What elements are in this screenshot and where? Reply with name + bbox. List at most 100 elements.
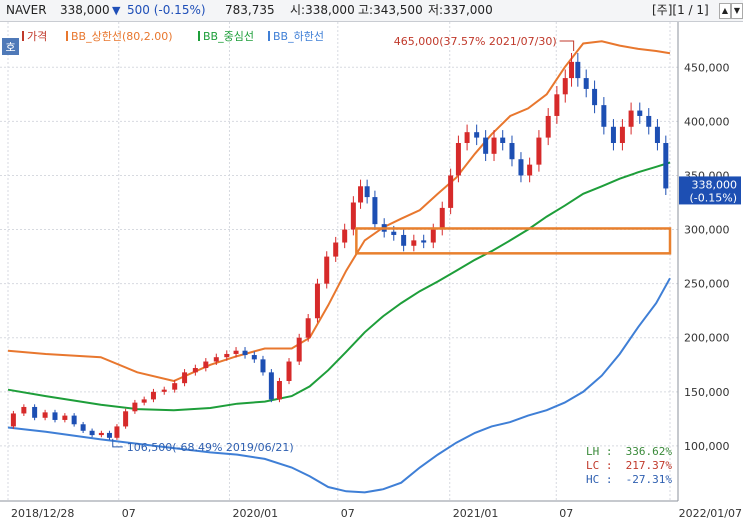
candle-body — [500, 137, 506, 143]
candle-body — [518, 159, 524, 176]
x-tick-label: 2022/01/07 — [679, 507, 742, 520]
y-tick-label: 100,000 — [684, 440, 730, 453]
candle-body — [98, 432, 104, 436]
candle-body — [592, 88, 598, 106]
y-tick-label: 400,000 — [684, 115, 730, 128]
x-tick-label: 2018/12/28 — [11, 507, 74, 520]
candle-body — [439, 207, 445, 230]
x-tick-label: 07 — [341, 507, 355, 520]
candle-body — [161, 389, 167, 392]
candle-body — [251, 355, 257, 360]
candle-body — [401, 234, 407, 246]
stat-value: 217.37% — [626, 459, 673, 472]
candle-body — [483, 137, 489, 154]
candle-body — [286, 361, 292, 381]
candle-body — [391, 231, 397, 235]
candle-body — [89, 430, 95, 436]
candle-body — [654, 126, 660, 143]
stat-label: HC : — [586, 473, 613, 486]
candle-body — [21, 406, 27, 414]
legend-label: BB_중심선 — [203, 30, 254, 43]
candle-body — [114, 426, 120, 438]
candle-body — [314, 283, 320, 319]
candle-body — [601, 105, 607, 127]
candle-body — [575, 61, 581, 79]
candle-body — [430, 229, 436, 243]
y-tick-label: 200,000 — [684, 332, 730, 345]
candle-body — [192, 368, 198, 373]
candle-body — [233, 350, 239, 354]
legend-swatch — [66, 31, 68, 41]
candle-body — [276, 381, 282, 400]
candle-body — [123, 411, 129, 427]
candle-body — [545, 115, 551, 138]
candle-body — [260, 359, 266, 373]
candle-body — [80, 424, 86, 431]
y-tick-label: 150,000 — [684, 386, 730, 399]
candle-body — [464, 132, 470, 143]
candle-body — [411, 240, 417, 246]
candle-body — [536, 137, 542, 165]
candle-body — [71, 415, 77, 425]
candle-body — [491, 137, 497, 154]
x-tick-label: 07 — [122, 507, 136, 520]
candle-body — [562, 78, 568, 95]
candle-body — [203, 361, 209, 369]
candle-body — [554, 94, 560, 116]
stat-value: 336.62% — [626, 445, 673, 458]
candle-body — [628, 110, 634, 127]
candle-body — [509, 143, 515, 160]
legend-label: BB_하한선 — [273, 29, 324, 43]
y-tick-label: 250,000 — [684, 278, 730, 291]
candle-body — [52, 412, 58, 420]
candle-body — [342, 229, 348, 243]
candle-body — [324, 256, 330, 284]
candle-body — [421, 240, 427, 243]
candle-body — [448, 175, 454, 208]
x-tick-label: 2021/01 — [453, 507, 499, 520]
candle-body — [268, 372, 274, 400]
candle-body — [182, 372, 188, 384]
legend-swatch — [268, 31, 270, 41]
candle-body — [637, 110, 643, 116]
current-price-box-value: 338,000 — [692, 178, 738, 191]
stat-label: LC : — [586, 459, 613, 472]
x-tick-label: 2020/01 — [232, 507, 278, 520]
candle-body — [455, 143, 461, 176]
candle-body — [527, 164, 533, 176]
candle-body — [358, 186, 364, 203]
candle-body — [32, 406, 38, 418]
candle-body — [372, 197, 378, 225]
corner-label: 호 — [5, 41, 15, 54]
y-tick-label: 450,000 — [684, 61, 730, 74]
stat-label: LH : — [586, 445, 613, 458]
candle-body — [242, 350, 248, 356]
candle-body — [296, 337, 302, 362]
low-annotation: 106,500(-68.49% 2019/06/21) — [127, 441, 294, 454]
legend-label: BB_상한선(80,2.00) — [71, 30, 173, 43]
chart-grid — [0, 22, 678, 501]
candle-body — [213, 357, 219, 362]
candle-body — [106, 432, 112, 438]
candle-body — [663, 143, 669, 189]
legend-swatch — [198, 31, 200, 41]
y-tick-label: 300,000 — [684, 224, 730, 237]
price-chart[interactable]: 465,000(37.57% 2021/07/30) 106,500(-68.49… — [0, 0, 743, 525]
candle-body — [474, 132, 480, 138]
candle-body — [569, 61, 575, 79]
candle-body — [333, 242, 339, 257]
candle-body — [10, 413, 16, 427]
candle-body — [132, 402, 138, 412]
candle-body — [610, 126, 616, 143]
candle-body — [172, 383, 178, 390]
candle-body — [42, 412, 48, 418]
candle-body — [150, 391, 156, 400]
legend-label: 가격 — [27, 30, 47, 43]
high-annotation: 465,000(37.57% 2021/07/30) — [394, 35, 557, 48]
current-price-box-change: (-0.15%) — [690, 191, 738, 204]
candle-body — [364, 186, 370, 198]
stat-value: -27.31% — [626, 473, 673, 486]
candle-body — [62, 415, 68, 420]
candle-body — [619, 126, 625, 143]
candle-body — [583, 78, 589, 89]
